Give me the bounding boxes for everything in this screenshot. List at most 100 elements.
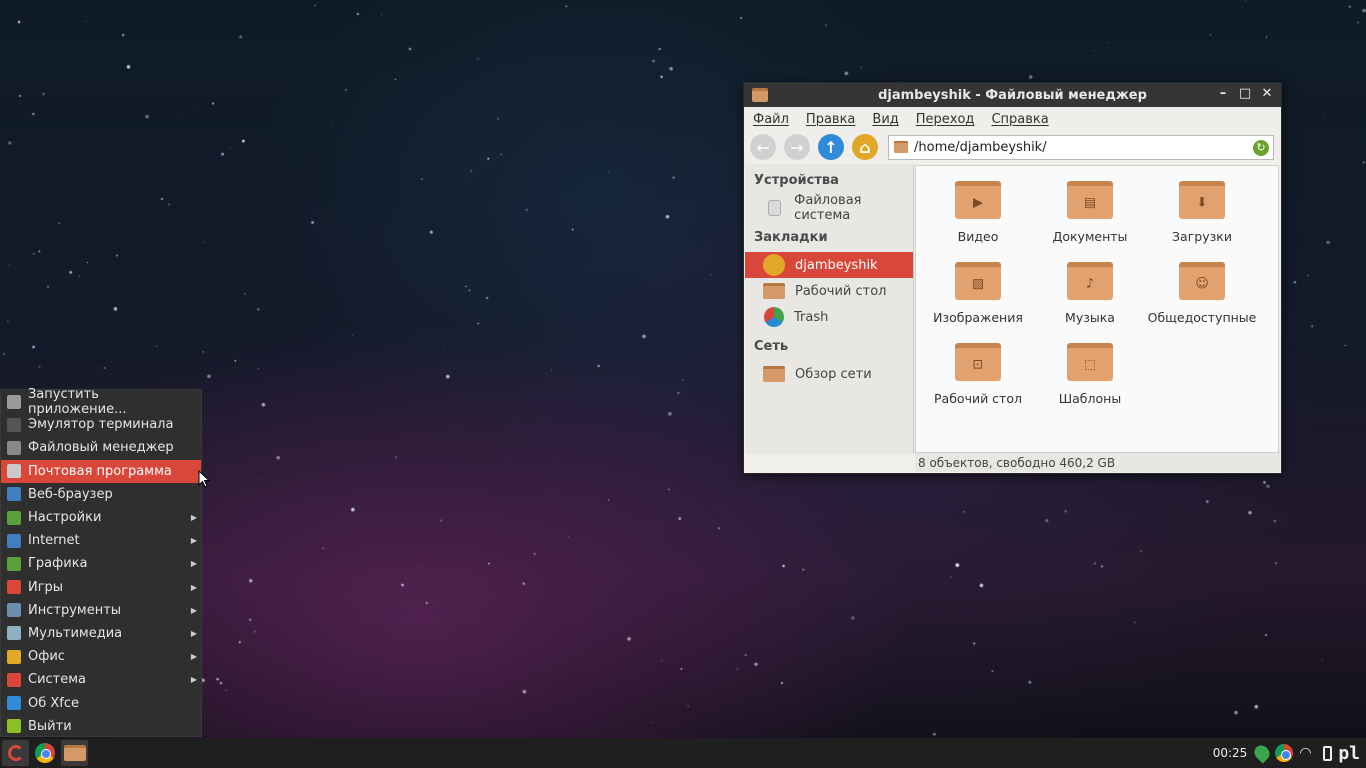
folder-icon: ♪ [1067,262,1113,300]
clock[interactable]: 00:25 [1213,746,1248,760]
reload-icon[interactable]: ↻ [1253,139,1269,156]
location-path[interactable]: /home/djambeyshik/ [914,140,1047,155]
terminal-icon [7,417,21,432]
close-icon[interactable]: ✕ [1259,86,1275,102]
folder-public[interactable]: ☺ Общедоступные [1146,257,1258,338]
evernote-leaf-icon[interactable] [1251,742,1273,764]
menu-item-mail[interactable]: Почтовая программа [1,459,201,483]
menu-item-terminal[interactable]: Эмулятор терминала [1,413,201,436]
folder-videos[interactable]: ▶ Видео [922,176,1034,257]
menu-item-graphics[interactable]: Графика ▶ [1,552,201,575]
home-icon[interactable]: ⌂ [852,134,878,160]
keyboard-layout-indicator[interactable]: pl [1338,743,1360,764]
menu-item-label: Настройки [28,510,102,526]
up-arrow-icon[interactable]: ↑ [818,134,844,160]
sidebar-item-home[interactable]: djambeyshik [745,252,913,278]
menu-item-label: Почтовая программа [28,463,172,479]
sidebar-item-label: Файловая система [794,193,862,223]
maximize-icon[interactable]: □ [1237,86,1253,102]
forward-arrow-icon[interactable]: → [784,134,810,160]
location-bar[interactable]: /home/djambeyshik/ ↻ [888,134,1274,160]
graphics-icon [7,556,21,571]
template-emblem-icon: ⬚ [1083,357,1097,372]
sidebar-item-filesystem[interactable]: Файловая система [745,193,913,223]
menu-item-label: Эмулятор терминала [28,417,174,433]
menu-item-settings[interactable]: Настройки ▶ [1,506,201,529]
submenu-arrow-icon: ▶ [190,675,197,685]
menu-item-label: Инструменты [28,602,122,618]
desktop-emblem-icon: ⊡ [972,357,984,372]
menu-item-system[interactable]: Система ▶ [1,668,201,691]
chrome-launcher[interactable] [31,740,58,766]
tools-icon [7,603,21,618]
menu-help[interactable]: Справка [991,112,1048,127]
mouse-cursor-icon [198,470,210,488]
file-label: Видео [957,229,999,244]
sidebar-item-label: djambeyshik [795,257,878,273]
folder-icon [63,745,86,761]
application-menu: Запустить приложение... Эмулятор терминал… [0,387,202,738]
file-label: Загрузки [1172,229,1232,244]
file-manager-app-icon [752,88,768,102]
menu-item-label: Офис [28,649,65,665]
window-titlebar[interactable]: djambeyshik - Файловый менеджер – □ ✕ [744,83,1281,107]
menu-item-tools[interactable]: Инструменты ▶ [1,599,201,622]
menu-item-label: Игры [28,579,64,595]
submenu-arrow-icon: ▶ [190,536,197,546]
network-folder-icon [763,366,785,382]
menu-item-globe[interactable]: Internet ▶ [1,529,201,552]
folder-desktop[interactable]: ⊡ Рабочий стол [922,338,1034,419]
gears-icon [7,394,21,409]
menu-file[interactable]: Файл [753,112,789,127]
folder-music[interactable]: ♪ Музыка [1034,257,1146,338]
folder-icon: ▤ [1067,181,1113,219]
folder-pictures[interactable]: ▨ Изображения [922,257,1034,338]
menu-item-logout[interactable]: Выйти [1,715,201,738]
sidebar-item-desktop[interactable]: Рабочий стол [745,278,913,304]
minimize-icon[interactable]: – [1215,86,1231,102]
menu-item-music[interactable]: Мультимедиа ▶ [1,622,201,645]
sidebar-item-network[interactable]: Обзор сети [745,361,913,387]
submenu-arrow-icon: ▶ [190,582,197,592]
menu-item-label: Мультимедиа [28,625,123,641]
folder-icon [894,141,908,153]
menu-item-gears[interactable]: Запустить приложение... [1,387,201,417]
folder-templates[interactable]: ⬚ Шаблоны [1034,338,1146,419]
logout-icon [7,719,21,734]
menu-item-label: Запустить приложение... [27,386,127,417]
chrome-tray-icon[interactable] [1275,744,1294,762]
wifi-icon[interactable]: ◠ [1299,746,1317,760]
back-arrow-icon[interactable]: ← [750,134,776,160]
menu-item-label: Веб-браузер [28,486,113,502]
menu-go[interactable]: Переход [916,112,975,127]
battery-icon[interactable] [1323,745,1333,761]
trash-icon [764,307,784,327]
menu-item-info[interactable]: Об Xfce [1,691,201,714]
file-manager-window: djambeyshik - Файловый менеджер – □ ✕ Фа… [743,82,1282,474]
sidebar-item-trash[interactable]: Trash [745,304,913,330]
menu-item-label: Выйти [28,718,72,734]
system-tray: 00:25 ◠ pl [1213,738,1360,768]
menu-item-file-manager[interactable]: Файловый менеджер [1,436,201,459]
image-emblem-icon: ▨ [971,276,985,291]
folder-icon [763,283,785,299]
toolbar: ← → ↑ ⌂ /home/djambeyshik/ ↻ [744,131,1281,163]
file-label: Музыка [1065,310,1115,325]
document-emblem-icon: ▤ [1083,195,1097,210]
folder-documents[interactable]: ▤ Документы [1034,176,1146,257]
folder-icon: ▶ [955,181,1001,219]
home-icon [763,254,785,276]
menu-item-gamepad[interactable]: Игры ▶ [1,576,201,599]
sidebar-header-network: Сеть [754,339,789,354]
folder-downloads[interactable]: ⬇ Загрузки [1146,176,1258,257]
menu-item-office[interactable]: Офис ▶ [1,645,201,668]
menu-view[interactable]: Вид [872,112,898,127]
submenu-arrow-icon: ▶ [190,652,197,662]
taskbar: 00:25 ◠ pl [0,738,1366,768]
applications-menu-button[interactable] [2,740,29,766]
folder-icon: ⬇ [1179,181,1225,219]
file-view[interactable]: ▶ Видео ▤ Документы ⬇ Загрузки ▨ Изображ… [915,165,1279,454]
file-manager-task[interactable] [61,740,88,766]
menu-edit[interactable]: Правка [806,112,855,127]
menu-item-browser[interactable]: Веб-браузер [1,483,201,506]
